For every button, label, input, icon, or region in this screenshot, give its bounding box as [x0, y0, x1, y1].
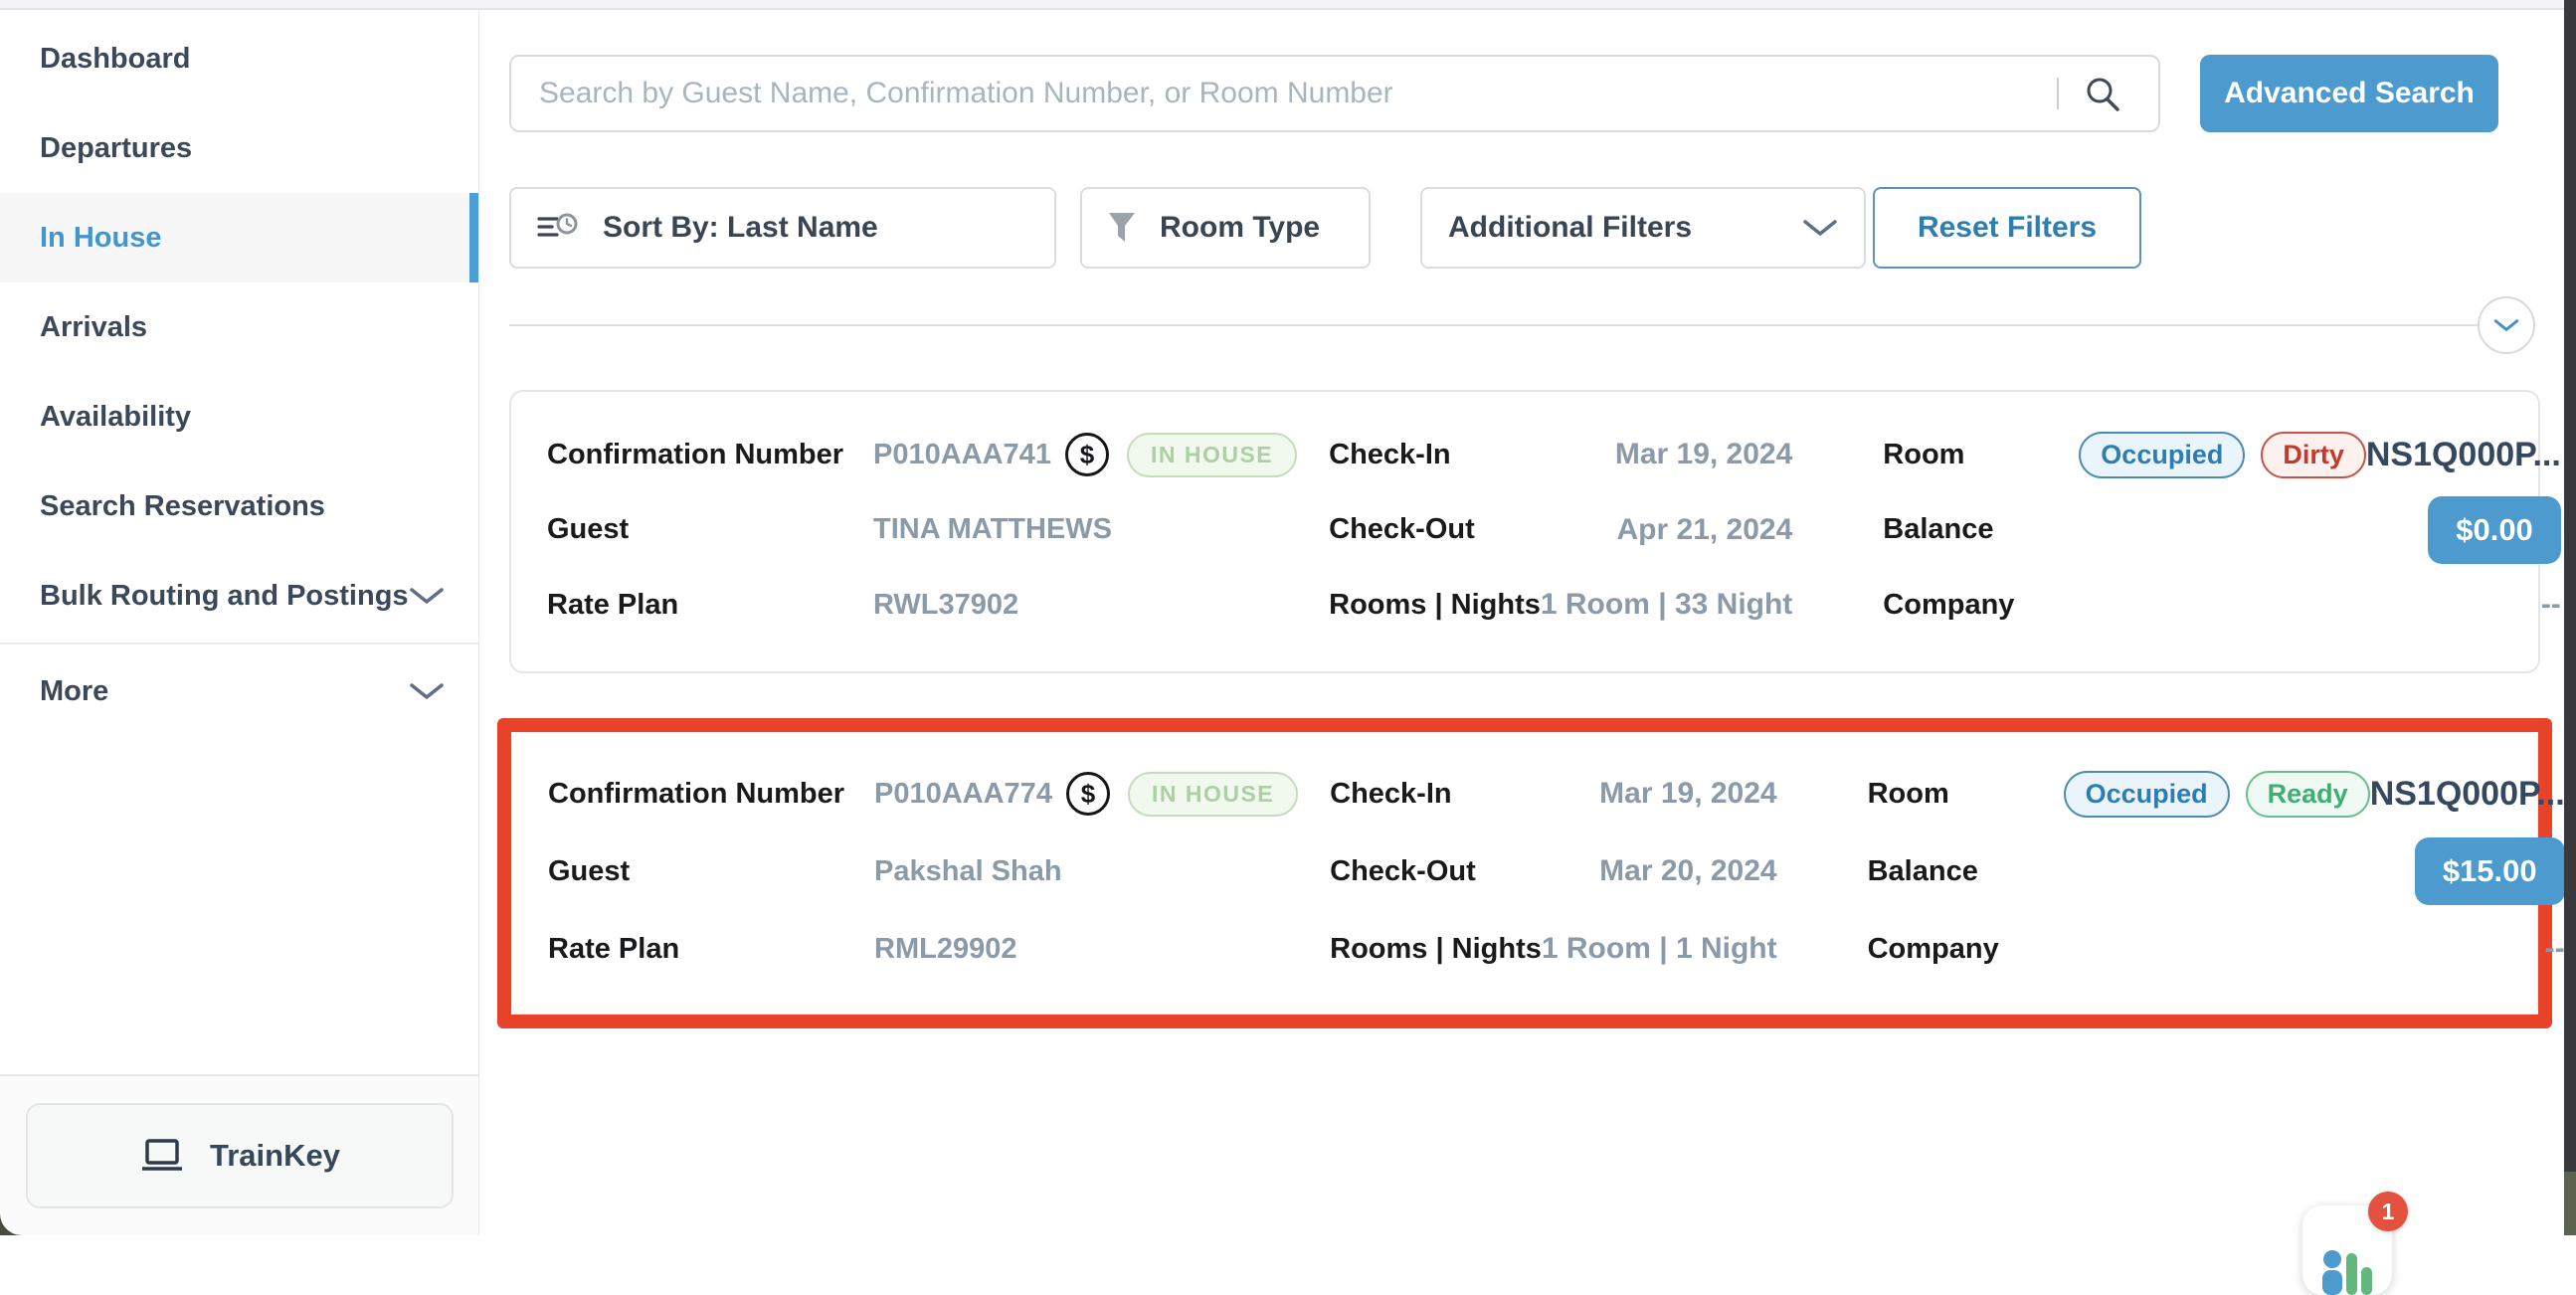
desktop-right-edge-bottom [2564, 1172, 2576, 1235]
rate-plan-label: Rate Plan [547, 589, 873, 622]
sidebar-item-label: Availability [40, 401, 191, 434]
company-value: -- [2541, 588, 2561, 622]
rooms-nights-value: 1 Room | 1 Night [1542, 932, 1777, 966]
laptop-icon [138, 1137, 186, 1175]
active-indicator-bar [469, 193, 478, 282]
chat-widget-button[interactable]: 1 [2302, 1205, 2392, 1295]
chevron-down-icon [2493, 317, 2519, 333]
sidebar-item-label: Departures [40, 132, 192, 165]
highlight-red-border: Confirmation Number P010AAA774 $ IN HOUS… [497, 718, 2552, 1028]
filter-funnel-icon [1108, 212, 1138, 244]
sidebar-item-label: Dashboard [40, 43, 190, 76]
search-divider [2057, 78, 2059, 109]
sidebar-item-departures[interactable]: Departures [0, 103, 478, 193]
search-box [509, 55, 2160, 132]
rooms-nights-label: Rooms | Nights [1329, 589, 1541, 622]
advanced-search-button[interactable]: Advanced Search [2200, 55, 2498, 132]
dollar-circle-icon[interactable]: $ [1065, 433, 1109, 476]
balance-button[interactable]: $15.00 [2415, 837, 2565, 905]
company-value: -- [2545, 932, 2565, 966]
sidebar-item-label: Arrivals [40, 311, 147, 344]
reservation-card-highlighted[interactable]: Confirmation Number P010AAA774 $ IN HOUS… [511, 732, 2538, 1015]
reservation-card[interactable]: Confirmation Number P010AAA741 $ IN HOUS… [509, 390, 2540, 673]
rate-plan-value: RML29902 [874, 933, 1016, 966]
check-in-label: Check-In [1329, 439, 1450, 471]
sort-by-button[interactable]: Sort By: Last Name [509, 187, 1056, 269]
sort-by-label: Sort By: Last Name [603, 211, 878, 245]
dollar-circle-icon[interactable]: $ [1066, 772, 1110, 816]
main-content: Advanced Search Sort By: Last Name Room … [480, 10, 2564, 1235]
sidebar-item-search-reservations[interactable]: Search Reservations [0, 462, 478, 551]
sidebar-item-in-house[interactable]: In House [0, 193, 478, 282]
room-label: Room [1868, 778, 2022, 811]
reset-filters-label: Reset Filters [1918, 211, 2097, 245]
guest-value: Pakshal Shah [874, 855, 1062, 888]
company-label: Company [1883, 589, 2037, 622]
sidebar-item-availability[interactable]: Availability [0, 372, 478, 462]
room-type-label: Room Type [1160, 211, 1320, 245]
check-out-label: Check-Out [1329, 513, 1475, 546]
sidebar-item-more[interactable]: More [0, 647, 478, 736]
confirmation-label: Confirmation Number [548, 778, 874, 811]
check-in-label: Check-In [1330, 778, 1451, 811]
balance-label: Balance [1868, 855, 2022, 888]
room-type-filter-button[interactable]: Room Type [1080, 187, 1371, 269]
sidebar-divider [0, 643, 478, 645]
search-input[interactable] [509, 55, 2160, 132]
room-status-pill: Occupied [2064, 771, 2230, 818]
room-status-pill: Ready [2246, 771, 2370, 818]
chevron-down-icon [409, 586, 445, 606]
rate-plan-value: RWL37902 [873, 589, 1018, 622]
trainkey-label: TrainKey [210, 1138, 340, 1174]
sidebar-item-bulk-routing[interactable]: Bulk Routing and Postings [0, 551, 478, 641]
rooms-nights-value: 1 Room | 33 Night [1541, 588, 1792, 622]
confirmation-value: P010AAA774 [874, 778, 1052, 811]
sidebar-item-dashboard[interactable]: Dashboard [0, 14, 478, 103]
check-in-value: Mar 19, 2024 [1599, 777, 1776, 811]
rate-plan-label: Rate Plan [548, 933, 874, 966]
sidebar: Dashboard Departures In House Arrivals A… [0, 10, 479, 1074]
collapse-chip[interactable] [2478, 296, 2535, 354]
company-label: Company [1868, 933, 2022, 966]
reset-filters-button[interactable]: Reset Filters [1873, 187, 2141, 269]
sidebar-item-arrivals[interactable]: Arrivals [0, 282, 478, 372]
additional-filters-label: Additional Filters [1448, 211, 1692, 245]
additional-filters-dropdown[interactable]: Additional Filters [1420, 187, 1866, 269]
chat-widget-icon [2319, 1239, 2375, 1295]
check-out-label: Check-Out [1330, 855, 1476, 888]
check-out-value: Apr 21, 2024 [1617, 513, 1793, 547]
guest-label: Guest [548, 855, 874, 888]
in-house-badge: IN HOUSE [1127, 433, 1297, 477]
room-number: NS1Q000P... [2370, 775, 2565, 814]
notification-badge: 1 [2368, 1192, 2408, 1231]
desktop-right-edge [2564, 0, 2576, 1235]
rooms-nights-label: Rooms | Nights [1330, 933, 1542, 966]
window-top-strip [0, 0, 2576, 10]
confirmation-label: Confirmation Number [547, 439, 873, 471]
trainkey-button[interactable]: TrainKey [26, 1103, 454, 1208]
room-number: NS1Q000P... [2366, 436, 2561, 474]
guest-label: Guest [547, 513, 873, 546]
in-house-badge: IN HOUSE [1128, 772, 1298, 817]
sidebar-item-label: Search Reservations [40, 490, 325, 523]
room-label: Room [1883, 439, 2037, 471]
room-status-pill: Dirty [2261, 432, 2366, 478]
sidebar-item-label: More [40, 675, 108, 708]
sidebar-item-label: Bulk Routing and Postings [40, 580, 409, 613]
search-icon[interactable] [2083, 75, 2122, 114]
check-out-value: Mar 20, 2024 [1599, 854, 1776, 888]
confirmation-value: P010AAA741 [873, 439, 1051, 471]
list-divider [509, 324, 2486, 326]
sidebar-item-label: In House [40, 222, 161, 255]
room-status-pill: Occupied [2079, 432, 2245, 478]
guest-value: TINA MATTHEWS [873, 513, 1112, 546]
sort-icon [537, 213, 581, 243]
check-in-value: Mar 19, 2024 [1615, 438, 1792, 471]
sidebar-footer: TrainKey [0, 1074, 479, 1235]
chevron-down-icon [409, 681, 445, 701]
chevron-down-icon [1802, 218, 1838, 238]
filter-row: Sort By: Last Name Room Type Additional … [509, 187, 2498, 269]
balance-label: Balance [1883, 513, 2037, 546]
balance-button[interactable]: $0.00 [2428, 496, 2561, 564]
